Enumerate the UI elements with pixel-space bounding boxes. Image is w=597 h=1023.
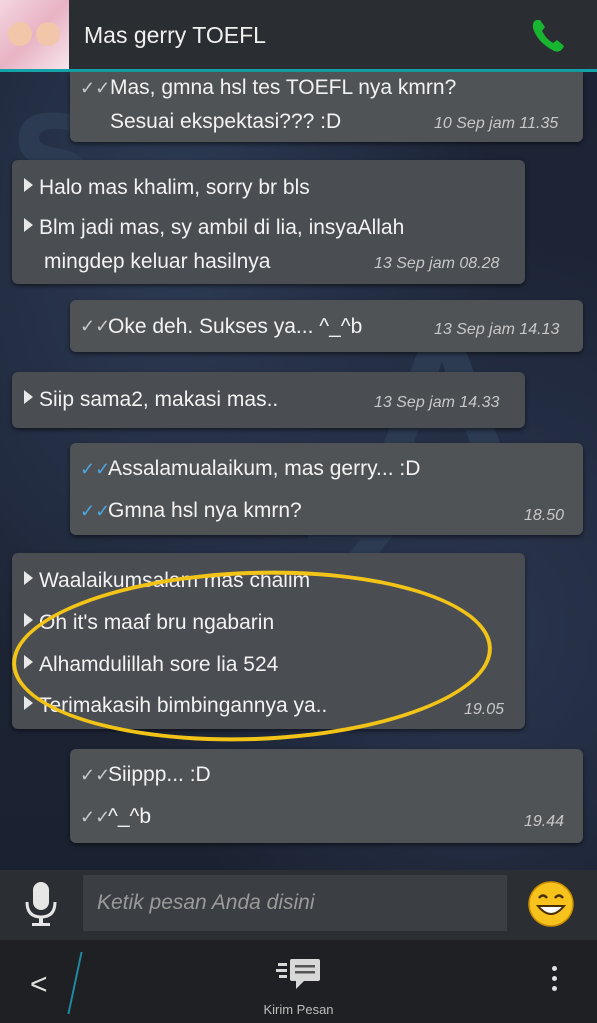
- message-text: Oke deh. Sukses ya... ^_^b: [108, 315, 363, 338]
- avatar-face-right: [36, 22, 60, 46]
- phone-icon[interactable]: [528, 16, 568, 56]
- message-text: Gmna hsl nya kmrn?: [108, 499, 302, 522]
- message-text: Mas, gmna hsl tes TOEFL nya kmrn?: [110, 76, 457, 99]
- contact-name[interactable]: Mas gerry TOEFL: [84, 22, 266, 49]
- avatar-face-left: [8, 22, 32, 46]
- smiley-icon[interactable]: [527, 880, 575, 928]
- more-vertical-icon[interactable]: [552, 966, 558, 996]
- message-text: Siippp... :D: [108, 763, 211, 786]
- read-receipt-icon: ✓✓: [80, 765, 111, 785]
- send-message-label[interactable]: Kirim Pesan: [0, 1002, 597, 1017]
- read-receipt-icon: ✓✓: [80, 78, 111, 98]
- message-bubble-outgoing[interactable]: ✓✓ Oke deh. Sukses ya... ^_^b 13 Sep jam…: [70, 300, 583, 352]
- message-timestamp: 13 Sep jam 14.13: [434, 321, 560, 338]
- microphone-icon[interactable]: [22, 880, 60, 928]
- message-timestamp: 19.44: [524, 813, 565, 830]
- incoming-arrow-icon: [24, 696, 33, 710]
- message-input-placeholder: Ketik pesan Anda disini: [97, 891, 315, 914]
- back-chevron-icon[interactable]: <: [30, 968, 48, 1002]
- chat-header: Mas gerry TOEFL: [0, 0, 597, 72]
- incoming-arrow-icon: [24, 390, 33, 404]
- message-text: mingdep keluar hasilnya: [44, 250, 271, 273]
- read-receipt-icon: ✓✓: [80, 807, 111, 827]
- message-timestamp: 18.50: [524, 507, 565, 524]
- message-bubble-outgoing[interactable]: ✓✓ Siippp... :D ✓✓ ^_^b 19.44: [70, 749, 583, 843]
- message-text: Sesuai ekspektasi??? :D: [110, 110, 342, 133]
- message-text: ^_^b: [108, 805, 152, 828]
- incoming-arrow-icon: [24, 218, 33, 232]
- message-timestamp: 13 Sep jam 08.28: [374, 255, 500, 272]
- delivered-receipt-icon: ✓✓: [80, 501, 111, 521]
- send-message-icon[interactable]: [276, 955, 324, 995]
- message-bubble-outgoing[interactable]: ✓✓ Mas, gmna hsl tes TOEFL nya kmrn? Ses…: [70, 72, 583, 142]
- message-text: Siip sama2, makasi mas..: [24, 388, 278, 412]
- read-receipt-icon: ✓✓: [80, 316, 111, 336]
- message-bubble-incoming[interactable]: Siip sama2, makasi mas.. 13 Sep jam 14.3…: [12, 372, 525, 428]
- message-text: Blm jadi mas, sy ambil di lia, insyaAlla…: [24, 216, 404, 240]
- message-timestamp: 10 Sep jam 11.35: [434, 115, 559, 132]
- incoming-arrow-icon: [24, 571, 33, 585]
- incoming-arrow-icon: [24, 613, 33, 627]
- message-bubble-outgoing[interactable]: ✓✓ Assalamualaikum, mas gerry... :D ✓✓ G…: [70, 443, 583, 535]
- message-text: Halo mas khalim, sorry br bls: [24, 176, 310, 200]
- message-bubble-incoming[interactable]: Halo mas khalim, sorry br bls Blm jadi m…: [12, 160, 525, 284]
- incoming-arrow-icon: [24, 178, 33, 192]
- message-text: Assalamualaikum, mas gerry... :D: [108, 457, 421, 480]
- message-timestamp: 13 Sep jam 14.33: [374, 394, 500, 411]
- message-input[interactable]: Ketik pesan Anda disini: [83, 875, 507, 931]
- contact-avatar[interactable]: [0, 0, 69, 69]
- delivered-receipt-icon: ✓✓: [80, 459, 111, 479]
- message-timestamp: 19.05: [464, 701, 505, 718]
